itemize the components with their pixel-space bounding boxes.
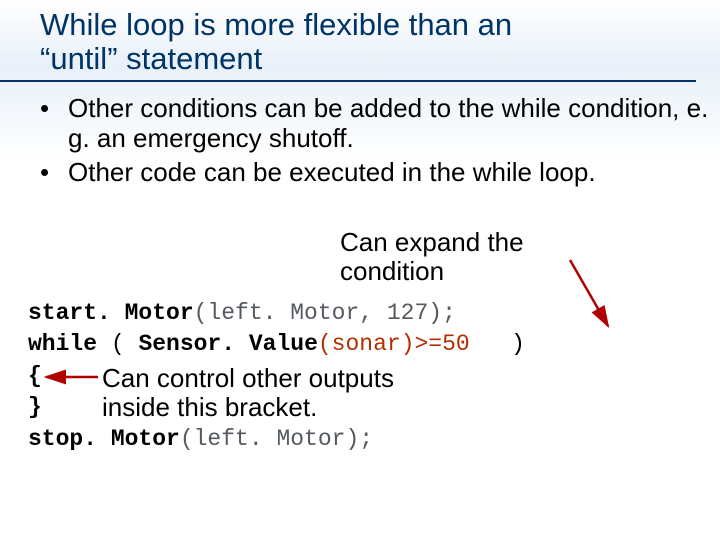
bullet-dot-icon: • bbox=[36, 158, 68, 188]
annotation-line2: condition bbox=[340, 256, 444, 286]
code-while-kw: while bbox=[28, 331, 97, 357]
arrow-right-icon bbox=[570, 260, 608, 326]
annotation-control-l2: inside this bracket. bbox=[102, 392, 317, 422]
code-brace-close: } bbox=[28, 394, 42, 420]
code-sensor-kw: Sensor. Value bbox=[138, 331, 317, 357]
code-while-open: ( bbox=[97, 331, 138, 357]
title-line2: “until” statement bbox=[40, 41, 262, 76]
annotation-control-l1: Can control other outputs bbox=[102, 363, 394, 393]
code-while-close: ) bbox=[470, 331, 525, 357]
bullet-list: • Other conditions can be added to the w… bbox=[0, 94, 720, 188]
title-line1: While loop is more flexible than an bbox=[40, 7, 512, 42]
annotation-line1: Can expand the bbox=[340, 227, 524, 257]
code-block: start. Motor(left. Motor, 127); while ( … bbox=[28, 298, 525, 360]
list-item: • Other code can be executed in the whil… bbox=[36, 158, 710, 188]
slide-title: While loop is more flexible than an “unt… bbox=[0, 0, 696, 82]
code-start-motor-args: (left. Motor, 127); bbox=[194, 300, 456, 326]
bullet-text: Other code can be executed in the while … bbox=[68, 158, 710, 188]
code-sensor-args: (sonar)>=50 bbox=[318, 331, 470, 357]
bullet-text: Other conditions can be added to the whi… bbox=[68, 94, 710, 154]
code-stop-motor-kw: stop. Motor bbox=[28, 426, 180, 452]
bullet-dot-icon: • bbox=[36, 94, 68, 124]
code-brace-open: { bbox=[28, 363, 42, 389]
annotation-expand-condition: Can expand the condition bbox=[340, 228, 524, 285]
code-start-motor-kw: start. Motor bbox=[28, 300, 194, 326]
list-item: • Other conditions can be added to the w… bbox=[36, 94, 710, 154]
code-stop-line: stop. Motor(left. Motor); bbox=[28, 424, 373, 455]
code-stop-motor-args: (left. Motor); bbox=[180, 426, 373, 452]
annotation-control-outputs: Can control other outputs inside this br… bbox=[102, 364, 394, 421]
